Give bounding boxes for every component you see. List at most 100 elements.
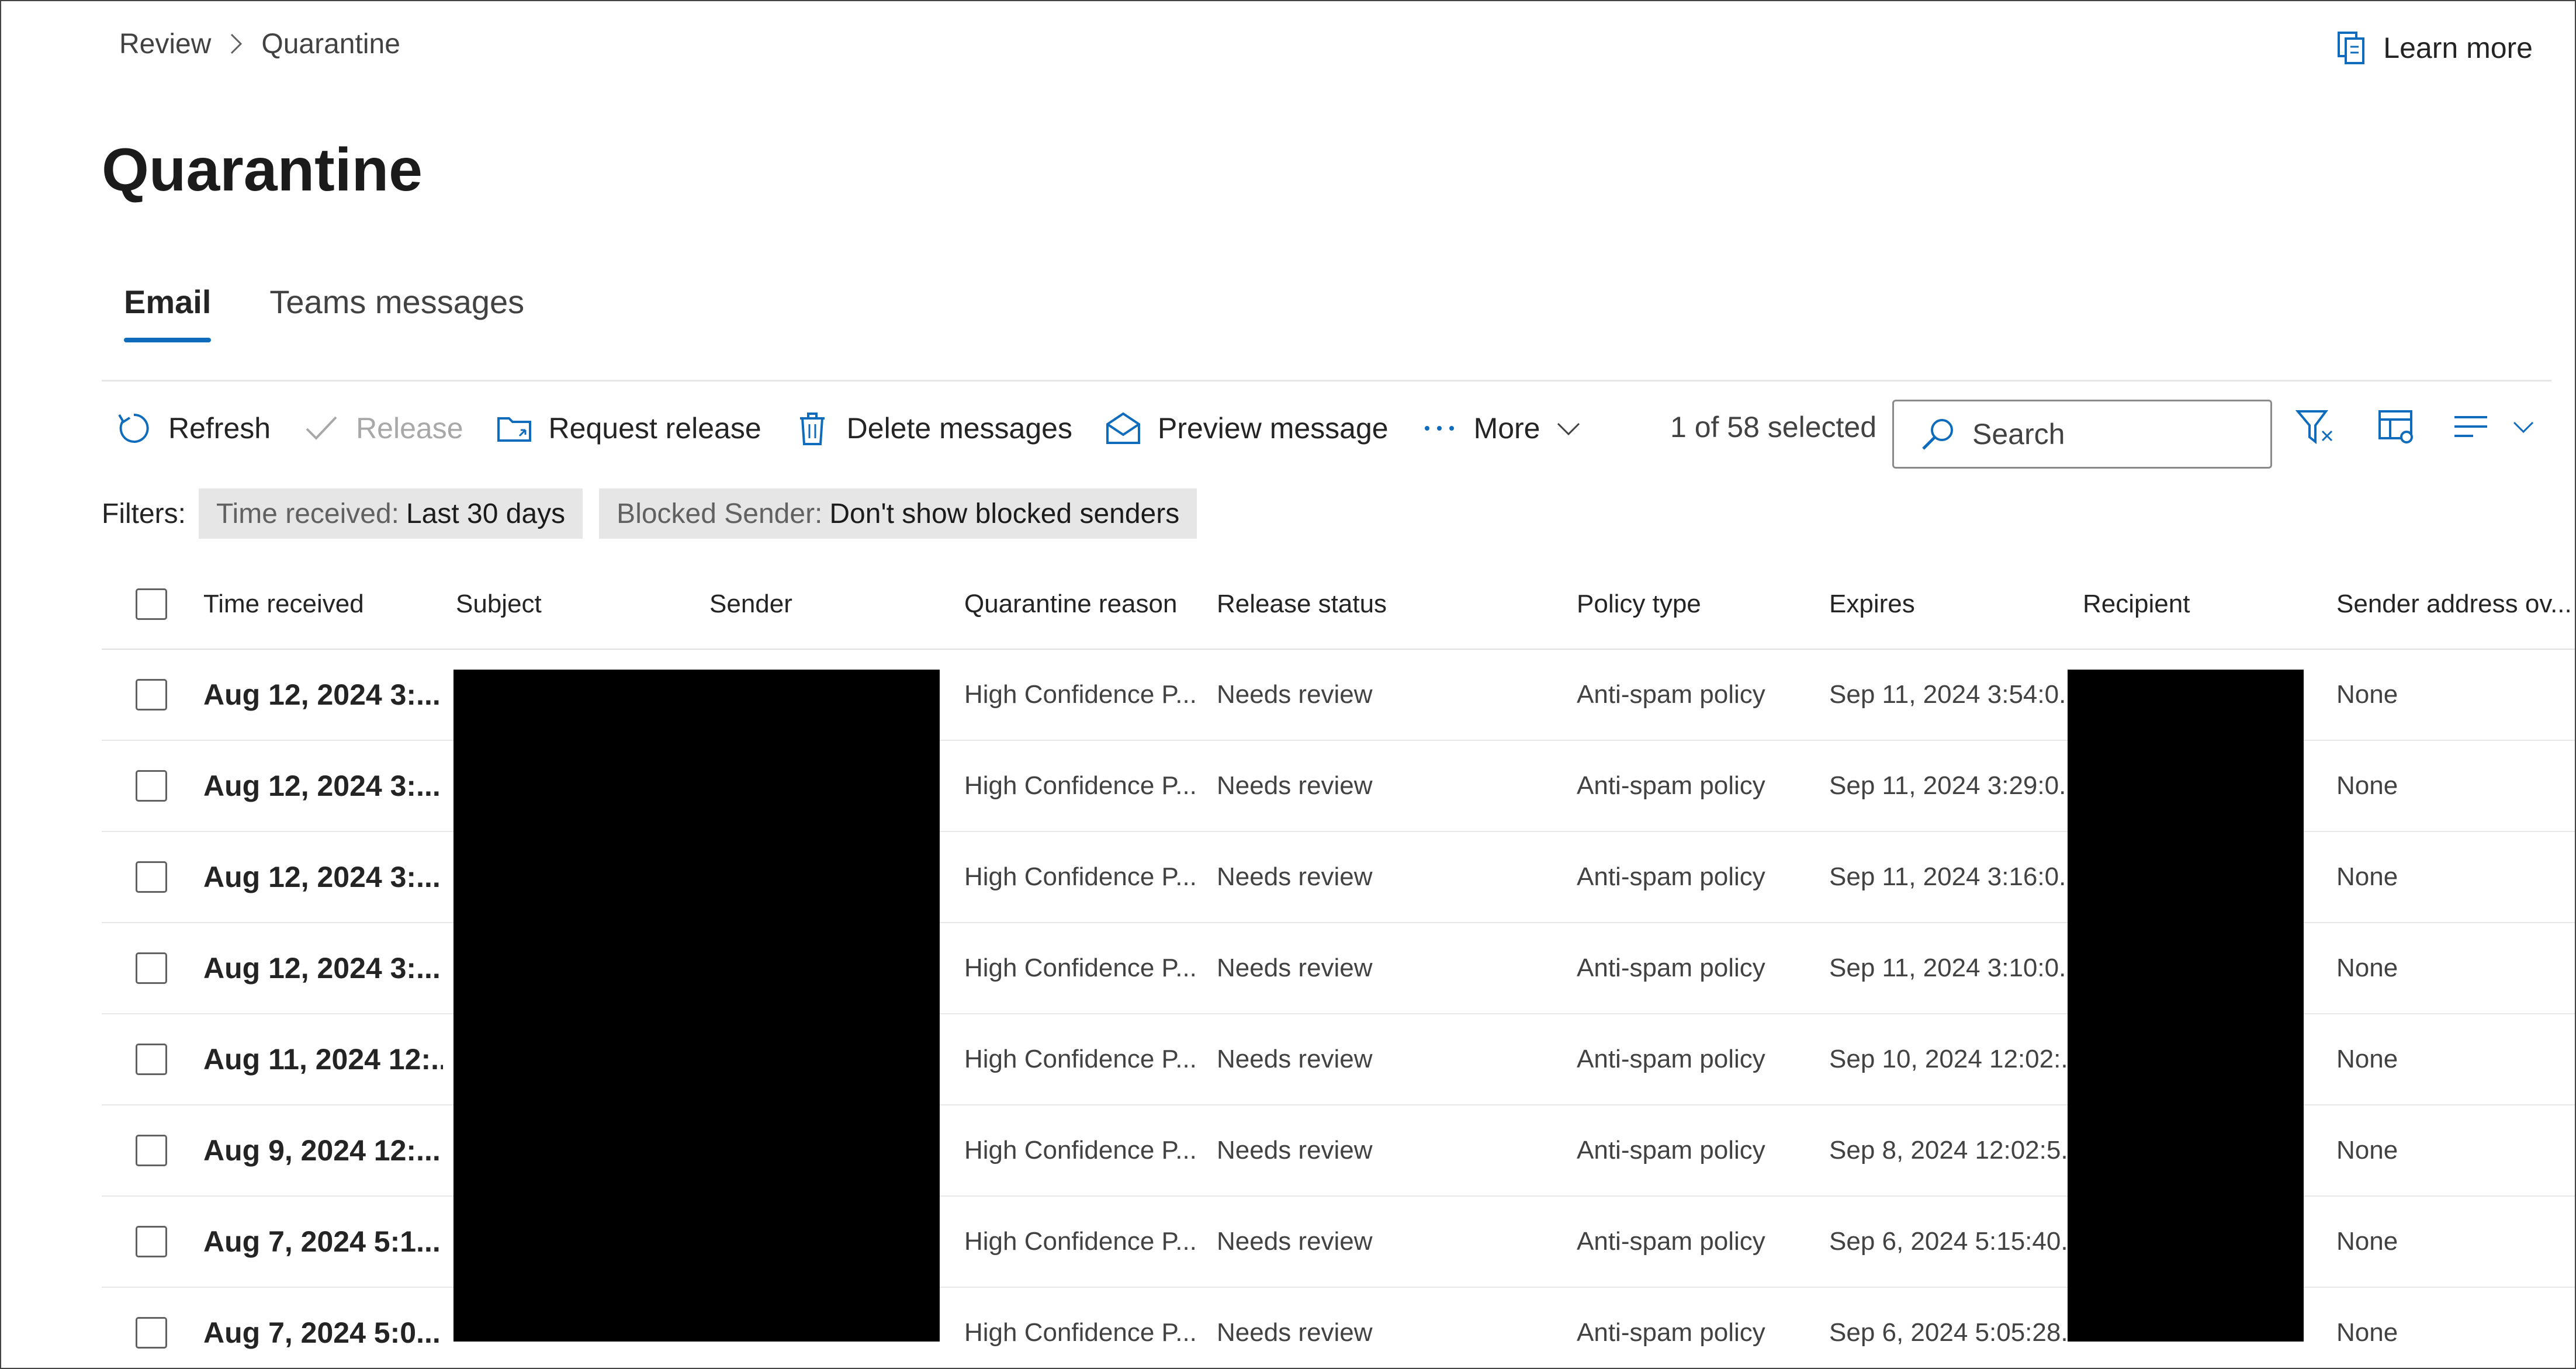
folder-arrow-icon <box>496 410 532 446</box>
cell-time-received: Aug 12, 2024 3:... <box>203 770 441 802</box>
tab-teams-messages[interactable]: Teams messages <box>269 276 524 346</box>
cell-time-received: Aug 12, 2024 3:... <box>203 861 441 893</box>
row-checkbox[interactable] <box>136 770 167 802</box>
column-header-recipient[interactable]: Recipient <box>2083 560 2328 649</box>
search-input[interactable] <box>1972 417 2235 451</box>
column-header-time-received[interactable]: Time received <box>203 560 449 649</box>
cell-policy-type: Anti-spam policy <box>1577 862 1765 891</box>
cell-quarantine-reason: High Confidence P... <box>964 1227 1197 1256</box>
delete-messages-label: Delete messages <box>846 412 1072 445</box>
column-header-subject[interactable]: Subject <box>456 560 701 649</box>
group-by-button[interactable] <box>2453 408 2535 449</box>
filter-chip-time-received[interactable]: Time received: Last 30 days <box>199 488 583 539</box>
ellipsis-icon <box>1421 410 1457 446</box>
refresh-button[interactable]: Refresh <box>116 410 271 446</box>
filters-label: Filters: <box>102 498 186 529</box>
cell-policy-type: Anti-spam policy <box>1577 771 1765 800</box>
cell-release-status: Needs review <box>1217 954 1373 982</box>
cell-policy-type: Anti-spam policy <box>1577 1227 1765 1256</box>
release-button[interactable]: Release <box>303 410 463 446</box>
column-header-policy-type[interactable]: Policy type <box>1577 560 1822 649</box>
column-header-sender-address-override[interactable]: Sender address ov... <box>2336 560 2570 649</box>
request-release-button[interactable]: Request release <box>496 410 761 446</box>
cell-sender-address-override: None <box>2336 1227 2398 1256</box>
refresh-icon <box>116 410 152 446</box>
row-checkbox[interactable] <box>136 1135 167 1166</box>
cell-expires: Sep 10, 2024 12:02:... <box>1829 1045 2069 1073</box>
cell-sender-address-override: None <box>2336 954 2398 982</box>
row-checkbox[interactable] <box>136 861 167 893</box>
cell-quarantine-reason: High Confidence P... <box>964 862 1197 891</box>
cell-expires: Sep 6, 2024 5:05:28... <box>1829 1318 2069 1347</box>
cell-sender-address-override: None <box>2336 771 2398 800</box>
tab-email[interactable]: Email <box>124 276 212 346</box>
open-envelope-icon <box>1105 410 1141 446</box>
page-title: Quarantine <box>102 136 423 204</box>
cell-release-status: Needs review <box>1217 1227 1373 1256</box>
more-label: More <box>1473 412 1540 445</box>
learn-more-link[interactable]: Learn more <box>2336 25 2533 71</box>
cell-time-received: Aug 11, 2024 12:... <box>203 1043 443 1076</box>
chevron-down-icon <box>2512 415 2535 442</box>
filters-bar: Filters: Time received: Last 30 days Blo… <box>102 488 1213 539</box>
cell-expires: Sep 11, 2024 3:29:0... <box>1829 771 2069 800</box>
cell-sender-address-override: None <box>2336 1045 2398 1073</box>
cell-quarantine-reason: High Confidence P... <box>964 954 1197 982</box>
cell-policy-type: Anti-spam policy <box>1577 1318 1765 1347</box>
cell-expires: Sep 11, 2024 3:16:0... <box>1829 862 2069 891</box>
row-checkbox[interactable] <box>136 1226 167 1257</box>
documents-icon <box>2336 30 2368 65</box>
cell-expires: Sep 11, 2024 3:54:0... <box>1829 680 2069 709</box>
column-header-release-status[interactable]: Release status <box>1217 560 1567 649</box>
cell-release-status: Needs review <box>1217 862 1373 891</box>
command-bar: Refresh Release Request release Delete m… <box>116 402 1614 455</box>
filter-button[interactable] <box>2294 408 2335 449</box>
cell-policy-type: Anti-spam policy <box>1577 1045 1765 1073</box>
cell-release-status: Needs review <box>1217 1318 1373 1347</box>
table-settings-icon <box>2377 408 2416 449</box>
tabs-divider <box>102 380 2551 382</box>
cell-sender-address-override: None <box>2336 680 2398 709</box>
more-button[interactable]: More <box>1421 410 1581 446</box>
cell-time-received: Aug 9, 2024 12:... <box>203 1134 441 1167</box>
cell-quarantine-reason: High Confidence P... <box>964 680 1197 709</box>
quarantine-table: Time received Subject Sender Quarantine … <box>102 560 2575 1368</box>
learn-more-label: Learn more <box>2383 32 2533 64</box>
cell-quarantine-reason: High Confidence P... <box>964 771 1197 800</box>
row-checkbox[interactable] <box>136 679 167 711</box>
redacted-subject-sender-block <box>453 670 940 1342</box>
quarantine-page: Review Quarantine Learn more Quarantine … <box>0 0 2576 1369</box>
cell-quarantine-reason: High Confidence P... <box>964 1136 1197 1164</box>
row-checkbox[interactable] <box>136 1044 167 1075</box>
search-box[interactable] <box>1892 400 2272 469</box>
release-label: Release <box>356 412 463 445</box>
breadcrumb: Review Quarantine <box>119 23 400 64</box>
cell-policy-type: Anti-spam policy <box>1577 954 1765 982</box>
cell-expires: Sep 8, 2024 12:02:5... <box>1829 1136 2069 1164</box>
search-icon <box>1920 416 1956 452</box>
customize-columns-button[interactable] <box>2376 408 2417 449</box>
column-header-quarantine-reason[interactable]: Quarantine reason <box>964 560 1210 649</box>
column-header-sender[interactable]: Sender <box>709 560 955 649</box>
cell-sender-address-override: None <box>2336 1136 2398 1164</box>
filter-chip-key: Time received: <box>216 498 399 529</box>
cell-sender-address-override: None <box>2336 862 2398 891</box>
trash-icon <box>794 410 830 446</box>
preview-message-button[interactable]: Preview message <box>1105 410 1389 446</box>
row-checkbox[interactable] <box>136 952 167 984</box>
filter-chip-value: Don't show blocked senders <box>829 498 1180 529</box>
cell-expires: Sep 11, 2024 3:10:0... <box>1829 954 2069 982</box>
breadcrumb-current: Quarantine <box>261 28 400 60</box>
breadcrumb-review-link[interactable]: Review <box>119 28 211 60</box>
list-lines-icon <box>2453 413 2488 445</box>
select-all-checkbox[interactable] <box>136 588 167 620</box>
column-header-expires[interactable]: Expires <box>1829 560 2075 649</box>
filter-chip-key: Blocked Sender: <box>617 498 823 529</box>
filter-chip-blocked-sender[interactable]: Blocked Sender: Don't show blocked sende… <box>599 488 1197 539</box>
cell-quarantine-reason: High Confidence P... <box>964 1318 1197 1347</box>
cell-time-received: Aug 7, 2024 5:0... <box>203 1316 441 1349</box>
row-checkbox[interactable] <box>136 1317 167 1349</box>
delete-messages-button[interactable]: Delete messages <box>794 410 1072 446</box>
cell-quarantine-reason: High Confidence P... <box>964 1045 1197 1073</box>
redacted-recipient-block <box>2068 670 2304 1342</box>
